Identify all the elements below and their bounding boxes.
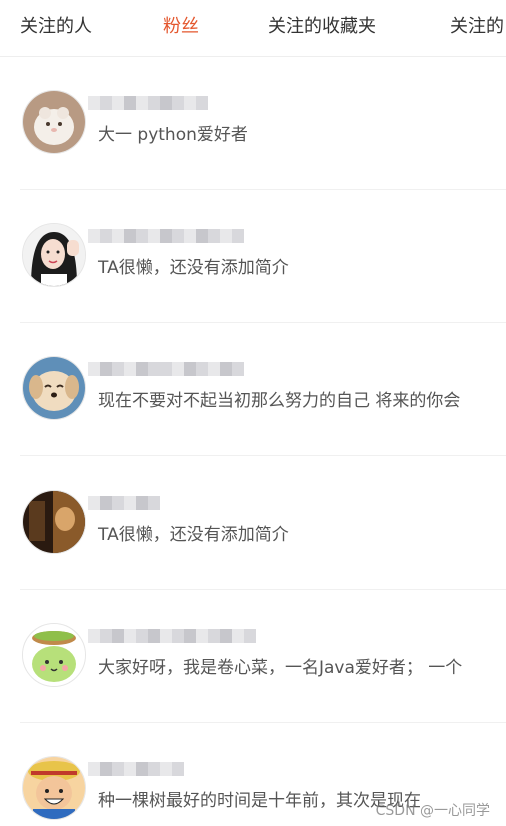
tab-followed-favorites[interactable]: 关注的收藏夹 <box>268 15 376 39</box>
blurred-username[interactable] <box>88 223 244 249</box>
list-item[interactable]: TA很懒，还没有添加简介 <box>20 456 506 590</box>
tab-bar: 关注的人 粉丝 关注的收藏夹 关注的 <box>0 0 506 57</box>
hamster-avatar[interactable] <box>22 90 86 154</box>
cartoon-pirate-avatar[interactable] <box>22 756 86 820</box>
blurred-username[interactable] <box>88 623 256 649</box>
blurred-username[interactable] <box>88 756 184 782</box>
blurred-username[interactable] <box>88 356 244 382</box>
list-item[interactable]: TA很懒，还没有添加简介 <box>20 189 506 323</box>
follower-bio: 大一 python爱好者 <box>98 125 248 145</box>
tab-followers[interactable]: 粉丝 <box>163 15 199 39</box>
follower-bio: 现在不要对不起当初那么努力的自己 将来的你会 <box>98 391 461 411</box>
blurred-username[interactable] <box>88 90 208 116</box>
tab-followed-more[interactable]: 关注的 <box>450 15 504 39</box>
follower-bio: 种一棵树最好的时间是十年前，其次是现在 <box>98 791 421 811</box>
list-item[interactable]: 大一 python爱好者 <box>20 56 506 190</box>
watermark: CSDN @一心同学 <box>375 803 490 819</box>
cabbage-avatar[interactable] <box>22 623 86 687</box>
list-item[interactable]: 大家好呀，我是卷心菜，一名Java爱好者； 一个 <box>20 589 506 723</box>
puppy-avatar[interactable] <box>22 356 86 420</box>
follower-bio: 大家好呀，我是卷心菜，一名Java爱好者； 一个 <box>98 658 463 678</box>
list-item[interactable]: 现在不要对不起当初那么努力的自己 将来的你会 <box>20 322 506 456</box>
blurred-username[interactable] <box>88 490 160 516</box>
follower-bio: TA很懒，还没有添加简介 <box>98 258 289 278</box>
tab-following[interactable]: 关注的人 <box>20 15 92 39</box>
dark-photo-avatar[interactable] <box>22 490 86 554</box>
follower-bio: TA很懒，还没有添加简介 <box>98 525 289 545</box>
girl-waving-avatar[interactable] <box>22 223 86 287</box>
